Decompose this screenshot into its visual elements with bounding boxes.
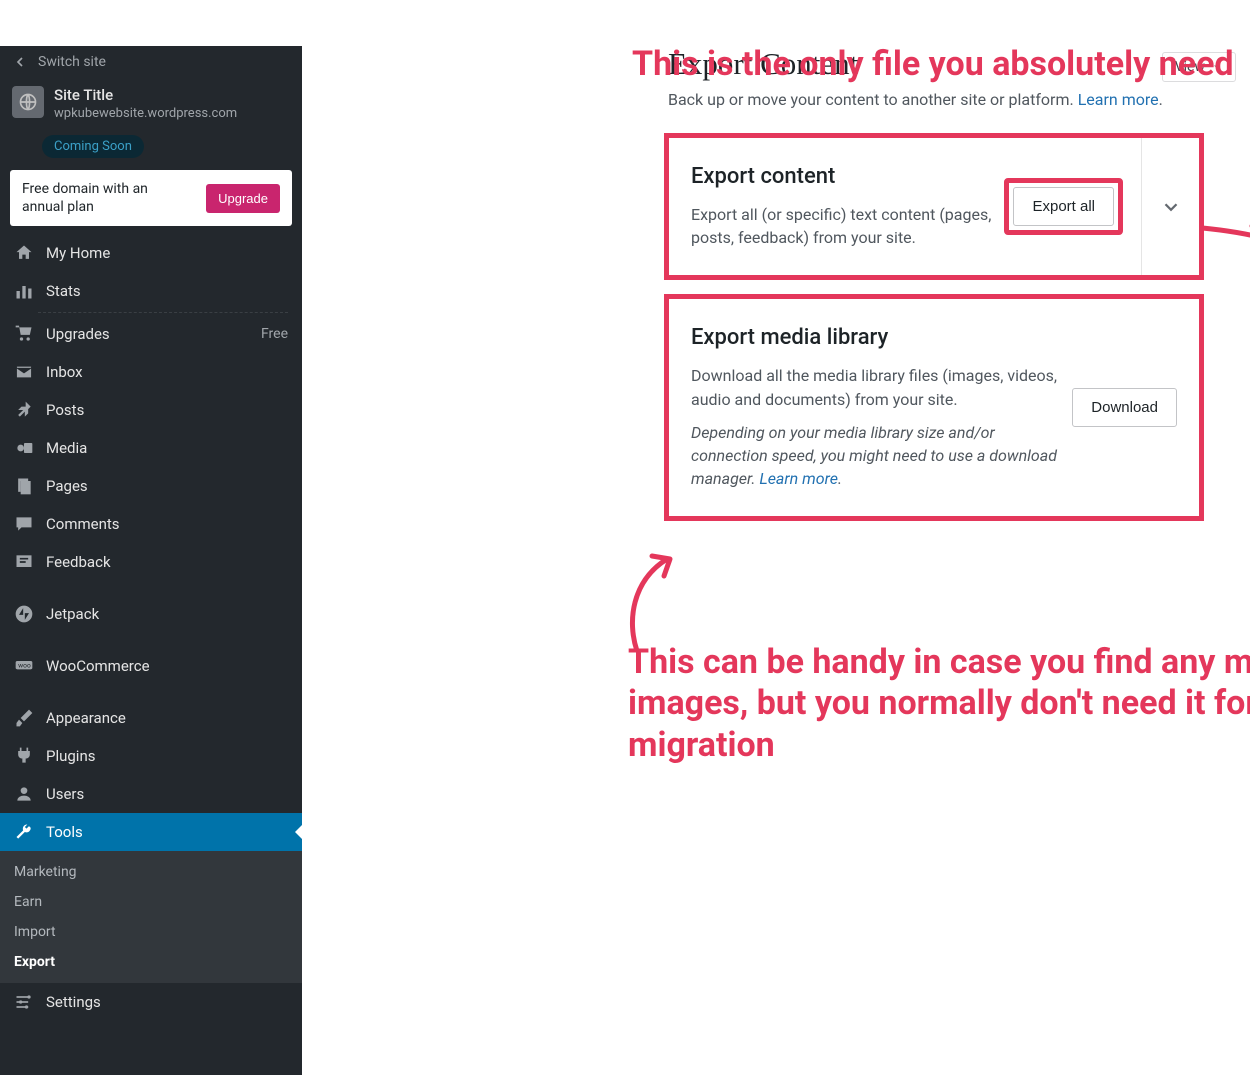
cart-icon [14,324,34,344]
sidebar: Switch site Site Title wpkubewebsite.wor… [0,46,302,1075]
jetpack-icon [14,604,34,624]
desc-text: Back up or move your content to another … [668,90,1078,109]
sub-import[interactable]: Import [0,917,302,947]
nav-users[interactable]: Users [0,775,302,813]
plugin-icon [14,746,34,766]
nav-stats[interactable]: Stats [0,272,302,310]
coming-soon-badge: Coming Soon [42,135,144,158]
nav-posts[interactable]: Posts [0,391,302,429]
nav-label: Appearance [46,709,126,727]
nav-label: Tools [46,823,83,841]
nav-pages[interactable]: Pages [0,467,302,505]
globe-icon [18,92,38,112]
learn-more-link[interactable]: Learn more [1078,90,1159,109]
nav-inbox[interactable]: Inbox [0,353,302,391]
pin-icon [14,400,34,420]
media-icon [14,438,34,458]
tools-submenu: Marketing Earn Import Export [0,851,302,983]
annotation-top: This is the only file you absolutely nee… [632,44,1234,84]
export-all-highlight: Export all [1004,178,1123,235]
stats-icon [14,281,34,301]
upgrade-button[interactable]: Upgrade [206,184,280,213]
promo-box: Free domain with an annual plan Upgrade [10,170,292,226]
nav-comments[interactable]: Comments [0,505,302,543]
nav-my-home[interactable]: My Home [0,234,302,272]
switch-site-label: Switch site [38,54,106,70]
site-title: Site Title [54,86,290,104]
nav-tools[interactable]: Tools [0,813,302,851]
site-info[interactable]: Site Title wpkubewebsite.wordpress.com [0,78,302,131]
nav-jetpack[interactable]: Jetpack [0,595,302,633]
chevron-left-icon [12,54,28,70]
pages-icon [14,476,34,496]
sub-marketing[interactable]: Marketing [0,857,302,887]
main-nav: My Home Stats Upgrades Free Inbox Posts … [0,234,302,1021]
wrench-icon [14,822,34,842]
card-desc: Export all (or specific) text content (p… [691,203,1004,249]
export-media-card: Export media library Download all the me… [664,294,1204,521]
card-desc: Download all the media library files (im… [691,364,1072,410]
nav-plugins[interactable]: Plugins [0,737,302,775]
nav-label: Posts [46,401,84,419]
nav-label: Stats [46,282,81,300]
nav-label: Inbox [46,363,83,381]
user-icon [14,784,34,804]
nav-label: Upgrades [46,325,110,343]
svg-text:woo: woo [18,662,31,670]
brush-icon [14,708,34,728]
site-icon [12,86,44,118]
nav-label: Users [46,785,84,803]
nav-label: Feedback [46,553,111,571]
nav-label: Media [46,439,87,457]
nav-woocommerce[interactable]: woo WooCommerce [0,647,302,685]
mail-icon [14,362,34,382]
card-note: Depending on your media library size and… [691,421,1072,491]
chevron-down-icon [1160,196,1182,218]
card-title: Export media library [691,325,1072,350]
annotation-bottom: This can be handy in case you find any m… [628,642,1250,766]
nav-label: Comments [46,515,120,533]
settings-icon [14,992,34,1012]
download-button[interactable]: Download [1072,388,1177,427]
site-url: wpkubewebsite.wordpress.com [54,106,290,121]
nav-media[interactable]: Media [0,429,302,467]
comment-icon [14,514,34,534]
nav-upgrades[interactable]: Upgrades Free [0,315,302,353]
home-icon [14,243,34,263]
nav-label: Settings [46,993,101,1011]
nav-label: WooCommerce [46,657,150,675]
nav-label: Plugins [46,747,95,765]
nav-badge: Free [261,326,288,342]
export-content-card: Export content Export all (or specific) … [664,133,1204,280]
card-title: Export content [691,164,1004,189]
switch-site-link[interactable]: Switch site [0,46,302,78]
promo-text: Free domain with an annual plan [22,180,162,216]
nav-feedback[interactable]: Feedback [0,543,302,581]
learn-more-link-media[interactable]: Learn more [759,469,838,488]
woo-icon: woo [14,656,34,676]
nav-settings[interactable]: Settings [0,983,302,1021]
feedback-icon [14,552,34,572]
desc-post: . [1159,90,1163,109]
nav-appearance[interactable]: Appearance [0,699,302,737]
export-all-button[interactable]: Export all [1013,187,1114,226]
sub-earn[interactable]: Earn [0,887,302,917]
expand-toggle[interactable] [1141,138,1199,275]
nav-label: My Home [46,244,110,262]
page-description: Back up or move your content to another … [668,90,1250,109]
nav-separator [38,312,288,313]
nav-label: Pages [46,477,88,495]
arrow-bottom-icon [622,551,682,656]
main-content: View This is the only file you absolutel… [302,46,1250,521]
nav-label: Jetpack [46,605,99,623]
sub-export[interactable]: Export [0,947,302,977]
